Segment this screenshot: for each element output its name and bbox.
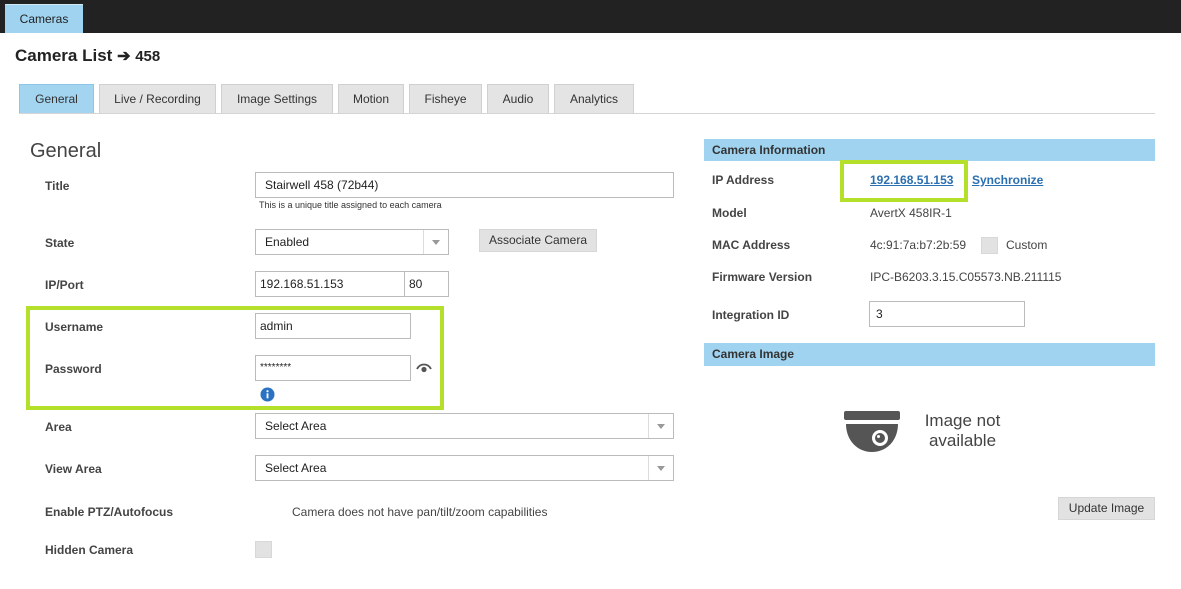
update-image-button[interactable]: Update Image — [1058, 497, 1155, 520]
tab-live-recording[interactable]: Live / Recording — [99, 84, 216, 113]
ip-port-label: IP/Port — [45, 278, 84, 292]
general-section-title: General — [30, 140, 102, 162]
synchronize-link[interactable]: Synchronize — [972, 173, 1043, 187]
username-label: Username — [45, 320, 104, 334]
port-input[interactable]: 80 — [404, 271, 449, 297]
dropdown-caret-icon — [648, 456, 673, 480]
view-area-selected-value: Select Area — [265, 461, 327, 475]
tab-general[interactable]: General — [19, 84, 94, 113]
title-hint: This is a unique title assigned to each … — [259, 200, 442, 210]
top-bar: Cameras — [0, 0, 1181, 33]
eye-icon[interactable] — [416, 362, 432, 374]
ip-address-link[interactable]: 192.168.51.153 — [870, 173, 953, 187]
view-area-select[interactable]: Select Area — [255, 455, 674, 481]
title-input[interactable]: Stairwell 458 (72b44) — [255, 172, 674, 198]
camera-number: 458 — [135, 48, 161, 65]
firmware-version-label: Firmware Version — [712, 270, 813, 284]
ptz-status-text: Camera does not have pan/tilt/zoom capab… — [292, 505, 548, 519]
page-title: Camera List ➔ 458 — [15, 46, 160, 66]
custom-mac-checkbox[interactable] — [981, 237, 998, 254]
image-not-available-text: Image not available — [905, 411, 1020, 451]
mac-address-value: 4c:91:7a:b7:2b:59 — [870, 238, 967, 252]
tab-motion[interactable]: Motion — [338, 84, 404, 113]
password-input[interactable]: ******** — [255, 355, 411, 381]
tab-image-settings[interactable]: Image Settings — [221, 84, 333, 113]
integration-id-input[interactable]: 3 — [869, 301, 1025, 327]
title-label: Title — [45, 179, 70, 193]
mac-address-label: MAC Address — [712, 238, 791, 252]
username-input[interactable]: admin — [255, 313, 411, 339]
no-image-line-2: available — [928, 431, 997, 450]
area-selected-value: Select Area — [265, 419, 327, 433]
dropdown-caret-icon — [648, 414, 673, 438]
state-label: State — [45, 236, 75, 250]
ip-address-input[interactable]: 192.168.51.153 — [255, 271, 405, 297]
area-select[interactable]: Select Area — [255, 413, 674, 439]
breadcrumb-arrow-icon: ➔ — [117, 48, 131, 65]
tab-analytics[interactable]: Analytics — [554, 84, 634, 113]
hidden-camera-label: Hidden Camera — [45, 543, 134, 557]
camera-image-heading: Camera Image — [704, 343, 1155, 366]
custom-label: Custom — [1006, 238, 1048, 252]
firmware-version-value: IPC-B6203.3.15.C05573.NB.211115 — [870, 270, 1062, 284]
password-label: Password — [45, 362, 102, 376]
ip-address-label: IP Address — [712, 173, 775, 187]
area-label: Area — [45, 420, 72, 434]
camera-information-heading: Camera Information — [704, 139, 1155, 161]
associate-camera-button[interactable]: Associate Camera — [479, 229, 597, 252]
no-image-line-1: Image not — [924, 411, 1001, 430]
dome-camera-icon — [844, 411, 900, 452]
dropdown-caret-icon — [423, 230, 448, 254]
breadcrumb-camera-list[interactable]: Camera List — [15, 46, 112, 65]
info-icon[interactable] — [260, 387, 275, 402]
cameras-tab[interactable]: Cameras — [5, 4, 83, 33]
tab-fisheye[interactable]: Fisheye — [409, 84, 482, 113]
ptz-label: Enable PTZ/Autofocus — [45, 505, 174, 519]
state-select[interactable]: Enabled — [255, 229, 449, 255]
view-area-label: View Area — [45, 462, 102, 476]
state-selected-value: Enabled — [265, 235, 310, 249]
hidden-camera-checkbox[interactable] — [255, 541, 272, 558]
tabs-divider — [19, 113, 1155, 114]
tab-audio[interactable]: Audio — [487, 84, 549, 113]
model-label: Model — [712, 206, 747, 220]
model-value: AvertX 458IR-1 — [870, 206, 952, 220]
integration-id-label: Integration ID — [712, 308, 790, 322]
